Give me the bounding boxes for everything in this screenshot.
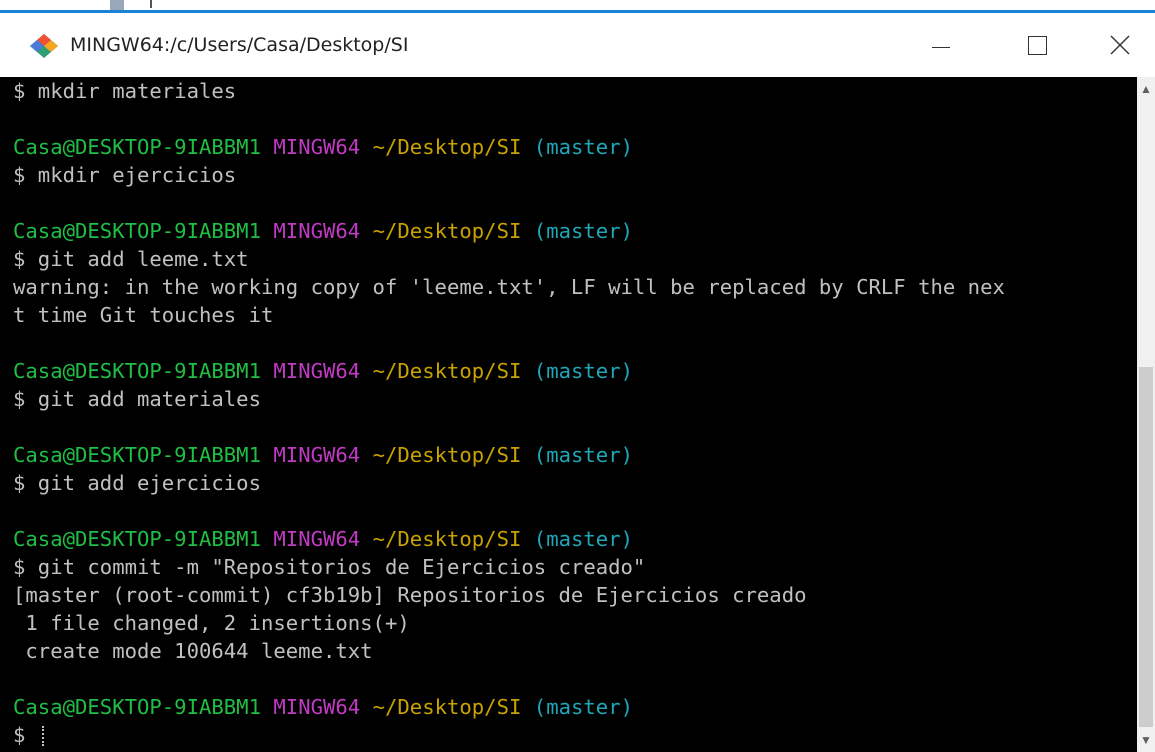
prompt-system: MINGW64 — [273, 135, 361, 159]
terminal-line: $ git commit -m "Repositorios de Ejercic… — [13, 555, 646, 579]
prompt-branch: (master) — [533, 527, 633, 551]
maximize-button[interactable] — [994, 13, 1080, 77]
prompt-user-host: Casa@DESKTOP-9IABBM1 — [13, 527, 261, 551]
window-title: MINGW64:/c/Users/Casa/Desktop/SI — [70, 34, 409, 56]
prompt-system: MINGW64 — [273, 695, 361, 719]
desktop-icon-fragment — [110, 0, 124, 10]
prompt-path: ~/Desktop/SI — [372, 135, 522, 159]
terminal-line: $ mkdir materiales — [13, 79, 237, 103]
desktop-cursor-fragment — [150, 0, 152, 8]
prompt-branch: (master) — [533, 219, 633, 243]
close-icon — [1110, 35, 1129, 55]
close-button[interactable] — [1084, 13, 1155, 77]
prompt-user-host: Casa@DESKTOP-9IABBM1 — [13, 135, 261, 159]
prompt-line: Casa@DESKTOP-9IABBM1 MINGW64 ~/Desktop/S… — [13, 357, 633, 385]
terminal-output[interactable]: $ mkdir materiales Casa@DESKTOP-9IABBM1 … — [0, 77, 1137, 752]
terminal-line: $ git add leeme.txt — [13, 247, 249, 271]
prompt-line: Casa@DESKTOP-9IABBM1 MINGW64 ~/Desktop/S… — [13, 525, 633, 553]
vertical-scrollbar[interactable]: ▲ ▼ — [1137, 77, 1155, 752]
prompt-line: Casa@DESKTOP-9IABBM1 MINGW64 ~/Desktop/S… — [13, 441, 633, 469]
prompt-branch: (master) — [533, 135, 633, 159]
text-cursor — [41, 726, 47, 746]
terminal-window: MINGW64:/c/Users/Casa/Desktop/SI $ mkdir… — [0, 10, 1155, 752]
prompt-path: ~/Desktop/SI — [372, 219, 522, 243]
prompt-line: Casa@DESKTOP-9IABBM1 MINGW64 ~/Desktop/S… — [13, 217, 633, 245]
prompt-branch: (master) — [533, 443, 633, 467]
maximize-icon — [1027, 35, 1047, 55]
terminal-line: $ git add ejercicios — [13, 471, 261, 495]
prompt-system: MINGW64 — [273, 219, 361, 243]
prompt-user-host: Casa@DESKTOP-9IABBM1 — [13, 443, 261, 467]
minimize-button[interactable] — [898, 13, 984, 77]
prompt-branch: (master) — [533, 695, 633, 719]
prompt-branch: (master) — [533, 359, 633, 383]
title-bar[interactable]: MINGW64:/c/Users/Casa/Desktop/SI — [0, 13, 1155, 77]
prompt-user-host: Casa@DESKTOP-9IABBM1 — [13, 219, 261, 243]
prompt-system: MINGW64 — [273, 443, 361, 467]
terminal-line: $ git add materiales — [13, 387, 261, 411]
prompt-path: ~/Desktop/SI — [372, 695, 522, 719]
prompt-path: ~/Desktop/SI — [372, 443, 522, 467]
desktop-background-strip — [0, 0, 1155, 10]
input-line[interactable]: $ — [13, 721, 47, 749]
scrollbar-thumb[interactable] — [1139, 367, 1153, 727]
terminal-line: warning: in the working copy of 'leeme.t… — [13, 275, 1005, 299]
terminal-line: 1 file changed, 2 insertions(+) — [13, 611, 410, 635]
minimize-icon — [932, 46, 950, 48]
scroll-up-arrow-icon[interactable]: ▲ — [1137, 77, 1155, 101]
prompt-system: MINGW64 — [273, 527, 361, 551]
terminal-line: create mode 100644 leeme.txt — [13, 639, 373, 663]
terminal-line: t time Git touches it — [13, 303, 274, 327]
git-app-icon — [30, 34, 58, 58]
prompt-user-host: Casa@DESKTOP-9IABBM1 — [13, 695, 261, 719]
prompt-path: ~/Desktop/SI — [372, 359, 522, 383]
prompt-line: Casa@DESKTOP-9IABBM1 MINGW64 ~/Desktop/S… — [13, 693, 633, 721]
prompt-system: MINGW64 — [273, 359, 361, 383]
terminal-line: $ mkdir ejercicios — [13, 163, 237, 187]
scroll-down-arrow-icon[interactable]: ▼ — [1137, 728, 1155, 752]
current-prompt: $ — [13, 723, 38, 747]
prompt-user-host: Casa@DESKTOP-9IABBM1 — [13, 359, 261, 383]
prompt-path: ~/Desktop/SI — [372, 527, 522, 551]
terminal-line: [master (root-commit) cf3b19b] Repositor… — [13, 583, 807, 607]
prompt-line: Casa@DESKTOP-9IABBM1 MINGW64 ~/Desktop/S… — [13, 133, 633, 161]
